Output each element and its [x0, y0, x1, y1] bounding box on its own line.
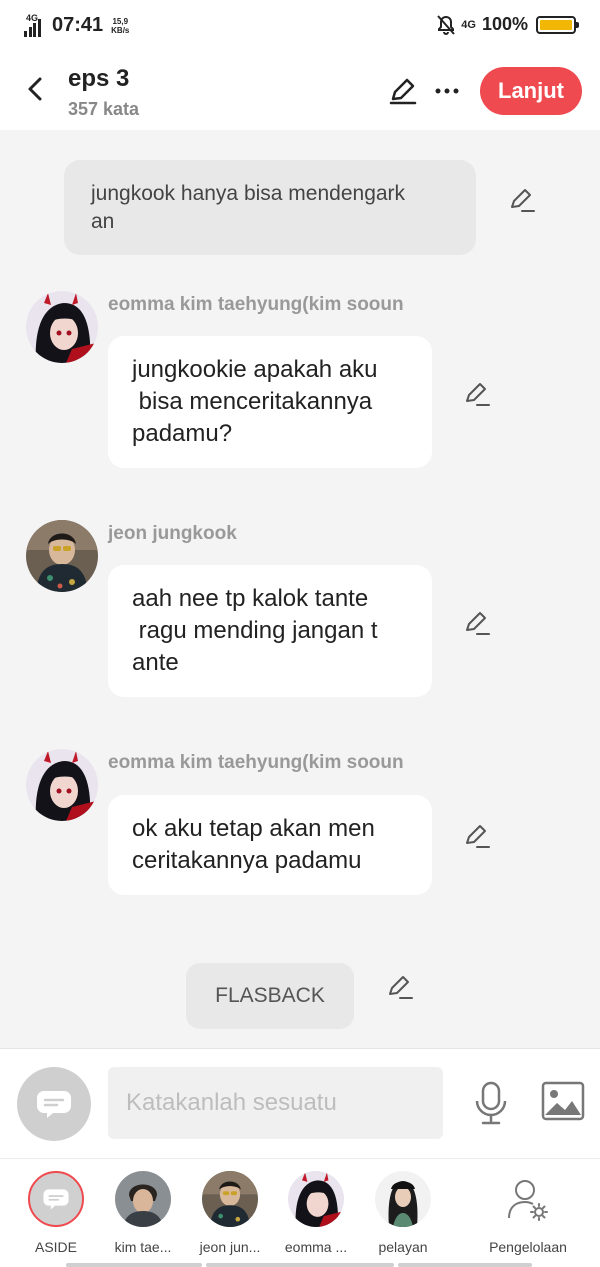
edit-pencil-icon[interactable]	[463, 822, 491, 850]
network-type: 4G	[461, 18, 476, 31]
status-left: 4G 07:41 15,9 KB/s	[24, 12, 129, 37]
image-icon[interactable]	[541, 1081, 585, 1121]
chat-mode-icon	[37, 1091, 71, 1118]
battery-icon	[536, 15, 579, 34]
person-settings-icon	[508, 1180, 548, 1221]
scene-label[interactable]: FLASBACK	[186, 963, 354, 1029]
character-name: eomma ...	[284, 1239, 348, 1255]
speed-unit: KB/s	[111, 25, 130, 35]
character-jeon-jun[interactable]: jeon jun...	[190, 1171, 270, 1255]
chat-bubble[interactable]: aah nee tp kalok tante ragu mending jang…	[108, 565, 432, 697]
character-pelayan[interactable]: pelayan	[363, 1171, 443, 1255]
scroll-indicator	[66, 1263, 202, 1267]
character-avatar	[115, 1171, 171, 1227]
input-bar	[0, 1048, 600, 1158]
bell-off-icon	[437, 14, 456, 35]
avatar-image	[26, 520, 98, 592]
editor-header: eps 3 357 kata Lanjut	[0, 56, 600, 130]
scroll-indicator	[398, 1263, 532, 1267]
character-avatar	[375, 1171, 431, 1227]
network-label: 4G	[26, 12, 39, 23]
character-name: kim tae...	[114, 1239, 172, 1255]
aside-avatar	[28, 1171, 84, 1227]
status-right: 4G 100%	[437, 14, 579, 35]
chat-bubble[interactable]: ok aku tetap akan men ceritakannya padam…	[108, 795, 432, 895]
avatar-image	[375, 1171, 431, 1227]
speaker-name: eomma kim taehyung(kim sooun	[108, 294, 404, 315]
speaker-name: jeon jungkook	[108, 523, 237, 544]
network-speed: 15,9 KB/s	[111, 17, 129, 35]
avatar-eomma[interactable]	[26, 291, 98, 363]
narration-text: jungkook hanya bisa mendengark an	[91, 182, 406, 233]
pencil-icon[interactable]	[388, 76, 418, 106]
message-input[interactable]	[108, 1067, 443, 1139]
avatar-jungkook[interactable]	[26, 520, 98, 592]
microphone-icon[interactable]	[472, 1081, 510, 1125]
chat-bubble[interactable]: jungkookie apakah aku bisa menceritakann…	[108, 336, 432, 468]
character-name: jeon jun...	[199, 1239, 261, 1255]
next-button[interactable]: Lanjut	[480, 67, 582, 115]
edit-pencil-icon[interactable]	[463, 609, 491, 637]
character-aside[interactable]: ASIDE	[16, 1171, 96, 1255]
management-avatar	[500, 1171, 556, 1227]
character-name: Pengelolaan	[489, 1239, 567, 1255]
character-kim-tae[interactable]: kim tae...	[103, 1171, 183, 1255]
clock: 07:41	[52, 14, 104, 36]
status-bar: 4G 07:41 15,9 KB/s 4G 100%	[0, 0, 600, 56]
page-title: eps 3	[68, 65, 130, 92]
character-name: pelayan	[378, 1239, 428, 1255]
character-avatar	[202, 1171, 258, 1227]
edit-pencil-icon[interactable]	[386, 973, 414, 1001]
narration-block[interactable]: jungkook hanya bisa mendengark an	[64, 160, 476, 255]
word-count: 357 kata	[68, 99, 140, 119]
signal-icon: 4G	[24, 12, 42, 37]
aside-icon	[43, 1189, 69, 1210]
more-icon[interactable]	[434, 78, 460, 104]
speaker-name: eomma kim taehyung(kim sooun	[108, 752, 404, 773]
character-management[interactable]: Pengelolaan	[478, 1171, 578, 1255]
avatar-image	[288, 1171, 344, 1227]
speed-value: 15,9	[112, 16, 129, 26]
back-arrow-icon[interactable]	[22, 74, 48, 104]
edit-pencil-icon[interactable]	[508, 186, 536, 214]
character-bar: ASIDE kim tae... jeon jun... eomma ... p…	[0, 1158, 600, 1267]
chat-mode-button[interactable]	[17, 1067, 91, 1141]
avatar-image	[202, 1171, 258, 1227]
avatar-image	[26, 291, 98, 363]
avatar-eomma[interactable]	[26, 749, 98, 821]
scroll-indicator	[206, 1263, 394, 1267]
avatar-image	[115, 1171, 171, 1227]
edit-pencil-icon[interactable]	[463, 380, 491, 408]
battery-fill	[540, 19, 572, 30]
character-eomma[interactable]: eomma ...	[276, 1171, 356, 1255]
character-name: ASIDE	[34, 1239, 77, 1255]
character-avatar	[288, 1171, 344, 1227]
battery-percent: 100%	[481, 14, 528, 34]
avatar-image	[26, 749, 98, 821]
